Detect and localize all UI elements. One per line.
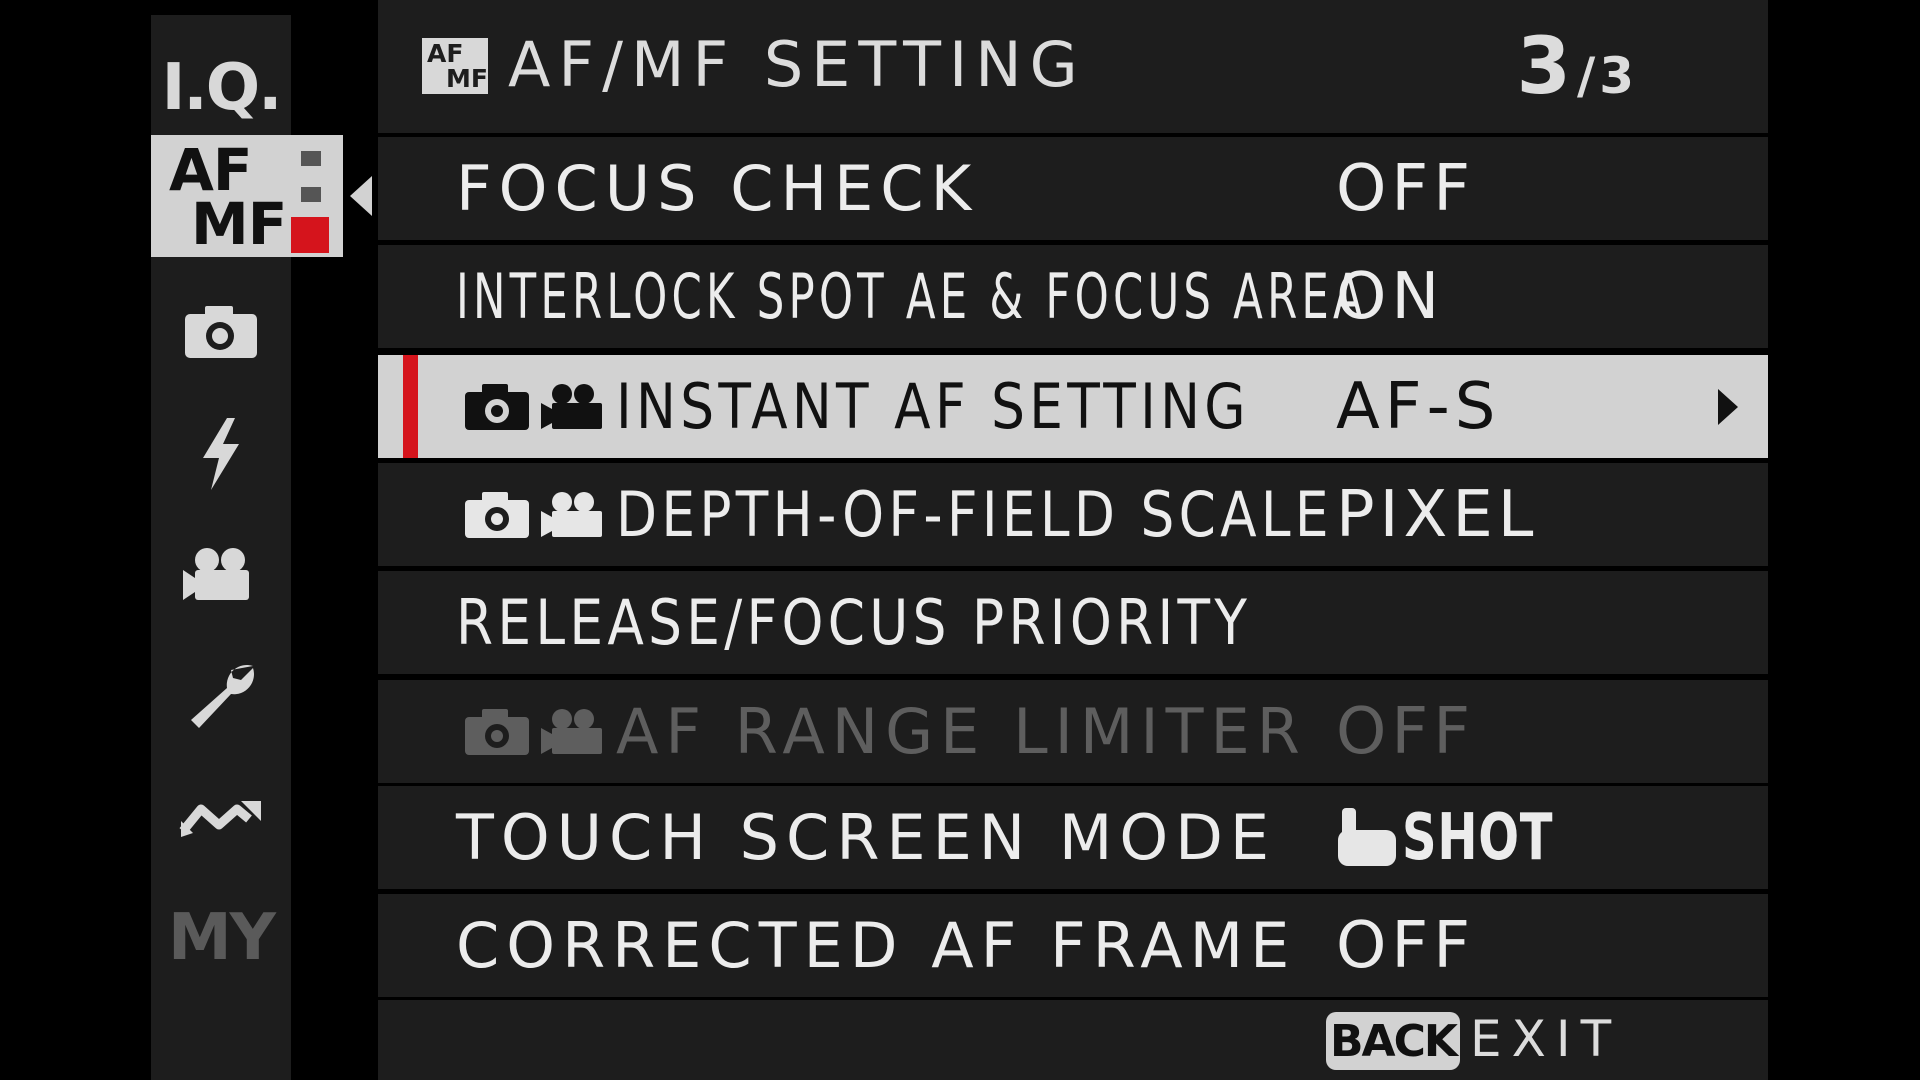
menu-item-value: ON: [1336, 259, 1445, 334]
menu-item-af-range-limiter: AF RANGE LIMITER OFF: [378, 680, 1768, 783]
af-mf-icon: AF MF: [422, 38, 488, 94]
wrench-icon: [191, 665, 254, 728]
movie-camera-icon: [183, 548, 249, 600]
menu-item-value: OFF: [1336, 908, 1475, 983]
touch-hand-icon: [1338, 807, 1396, 866]
connection-icon: [179, 801, 261, 837]
movie-camera-icon: [541, 491, 602, 537]
menu-item-release-focus-priority[interactable]: RELEASE/FOCUS PRIORITY: [378, 571, 1768, 674]
menu-item-instant-af-setting[interactable]: INSTANT AF SETTING AF-S: [378, 355, 1768, 458]
menu-item-label: INSTANT AF SETTING: [616, 370, 1250, 443]
sidebar-tab-flash[interactable]: [151, 399, 291, 509]
page-indicator: 3/3: [1517, 28, 1634, 106]
menu-item-value: OFF: [1336, 694, 1475, 769]
menu-item-focus-check[interactable]: FOCUS CHECK OFF: [378, 137, 1768, 240]
movie-camera-icon: [541, 383, 602, 429]
menu-item-label: CORRECTED AF FRAME: [456, 909, 1297, 982]
touch-mode-value: SHOT: [1402, 800, 1554, 875]
menu-item-depth-of-field-scale[interactable]: DEPTH-OF-FIELD SCALE PIXEL: [378, 463, 1768, 566]
sidebar-tab-mf-label: MF: [191, 190, 287, 258]
menu-item-value: AF-S: [1336, 369, 1501, 444]
menu-item-label: DEPTH-OF-FIELD SCALE: [616, 478, 1333, 551]
mode-icons: [464, 355, 604, 458]
page-current: 3: [1516, 22, 1571, 112]
sidebar-tab-iq-label: I.Q.: [161, 51, 283, 125]
sidebar-tab-my-menu[interactable]: MY: [151, 883, 291, 993]
camera-icon: [465, 383, 529, 430]
menu-item-touch-screen-mode[interactable]: TOUCH SCREEN MODE SHOT: [378, 786, 1768, 889]
sidebar-tab-movie[interactable]: [151, 520, 291, 630]
af-mf-icon-bottom: MF: [446, 64, 488, 93]
menu-item-label: FOCUS CHECK: [456, 152, 979, 225]
menu-item-label: AF RANGE LIMITER: [616, 695, 1307, 768]
page-separator: /: [1576, 47, 1596, 105]
sidebar-tab-shooting[interactable]: [151, 277, 291, 387]
menu-footer: BACK EXIT: [378, 1000, 1768, 1080]
sidebar-tab-setup[interactable]: [151, 641, 291, 751]
menu-item-label: TOUCH SCREEN MODE: [456, 801, 1277, 874]
active-tab-pointer-icon: [350, 176, 372, 216]
menu-item-value-group: SHOT: [1336, 786, 1604, 889]
page-marker: [301, 151, 321, 166]
camera-icon: [465, 708, 529, 755]
camera-icon: [465, 491, 529, 538]
submenu-arrow-icon: [1718, 389, 1738, 425]
movie-camera-icon: [541, 708, 602, 754]
back-button[interactable]: BACK: [1326, 1012, 1460, 1070]
exit-label: EXIT: [1470, 1010, 1622, 1068]
sidebar-tab-af-mf[interactable]: AF MF: [151, 135, 343, 257]
menu-header: AF MF AF/MF SETTING 3/3: [378, 0, 1768, 133]
menu-item-label: RELEASE/FOCUS PRIORITY: [456, 586, 1252, 659]
menu-item-label: INTERLOCK SPOT AE & FOCUS AREA: [456, 260, 1367, 333]
menu-item-value: OFF: [1336, 151, 1475, 226]
page-marker-current: [291, 217, 329, 253]
mode-icons: [464, 680, 604, 783]
sidebar-tab-connection[interactable]: [151, 762, 291, 872]
sidebar-tab-my-label: MY: [167, 901, 276, 975]
page-total: 3: [1599, 47, 1634, 105]
sidebar-tab-image-quality[interactable]: I.Q.: [151, 33, 291, 143]
af-mf-icon-top: AF: [427, 39, 464, 68]
page-title: AF/MF SETTING: [508, 28, 1086, 101]
menu-item-corrected-af-frame[interactable]: CORRECTED AF FRAME OFF: [378, 894, 1768, 997]
selection-bar: [403, 355, 418, 458]
flash-icon: [203, 418, 239, 490]
menu-item-value: PIXEL: [1336, 477, 1539, 552]
menu-item-interlock-spot-ae[interactable]: INTERLOCK SPOT AE & FOCUS AREA ON: [378, 245, 1768, 348]
page-marker: [301, 187, 321, 202]
camera-icon: [185, 306, 257, 358]
mode-icons: [464, 463, 604, 566]
